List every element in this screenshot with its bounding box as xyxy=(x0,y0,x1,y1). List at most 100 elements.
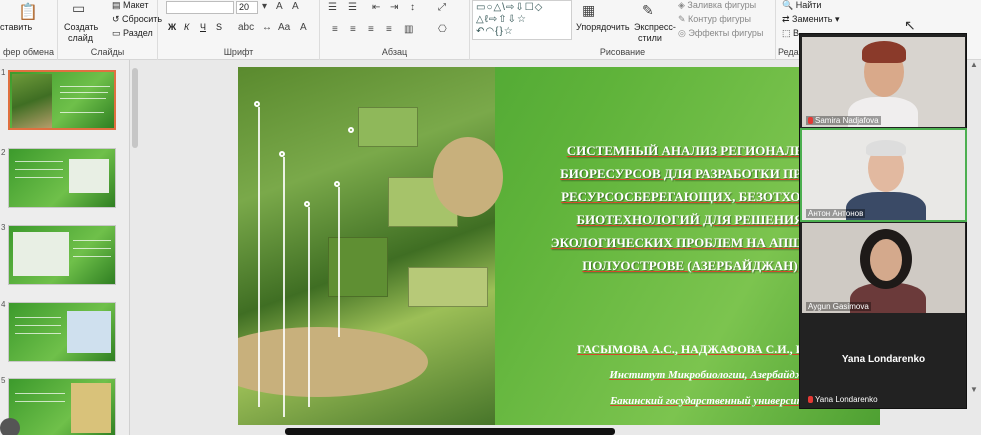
thumb-number: 5 xyxy=(1,376,6,385)
new-slide-button-line2[interactable]: слайд xyxy=(68,33,93,43)
find-button[interactable]: 🔍 Найти xyxy=(782,0,821,11)
justify-icon[interactable]: ≡ xyxy=(386,24,392,35)
scroll-up-icon[interactable]: ▲ xyxy=(970,60,978,69)
section-label: Раздел xyxy=(123,28,153,38)
mic-muted-icon xyxy=(808,396,813,404)
indent-icon[interactable]: ⇤ xyxy=(372,2,380,13)
participant-tile-3[interactable]: Aygun Gasimova xyxy=(802,223,965,313)
case-icon[interactable]: Aa xyxy=(278,22,290,33)
slide-canvas[interactable]: СИСТЕМНЫЙ АНАЛИЗ РЕГИОНАЛЬН БИОРЕСУРСОВ … xyxy=(238,67,880,425)
columns-icon[interactable]: ▥ xyxy=(404,24,413,35)
thumb-number: 4 xyxy=(1,300,6,309)
river-shape xyxy=(433,137,503,217)
bullets-icon[interactable]: ☰ xyxy=(328,2,337,13)
thumb-number: 1 xyxy=(1,68,6,77)
italic-button[interactable]: К xyxy=(184,22,189,32)
participant-tile-4[interactable]: Yana Londarenko Yana Londarenko xyxy=(802,316,965,406)
align-right-icon[interactable]: ≡ xyxy=(368,24,374,35)
participant-hair xyxy=(866,140,906,156)
new-slide-icon[interactable]: ▭ xyxy=(72,0,85,17)
smartart-icon[interactable]: ⎔ xyxy=(438,24,447,35)
thumb-image xyxy=(13,232,69,276)
thumbnail-scrollbar[interactable] xyxy=(132,68,138,148)
circuit-line xyxy=(308,207,310,407)
participant-center-name: Yana Londarenko xyxy=(841,354,926,365)
strikethrough-icon[interactable]: abc xyxy=(238,22,254,33)
quick-styles-icon[interactable]: ✎ xyxy=(642,2,654,19)
paste-icon[interactable]: 📋 xyxy=(18,2,38,22)
quick-styles-button[interactable]: Экспресс- xyxy=(634,22,676,32)
river-shape xyxy=(238,327,428,397)
screen-share-toolbar[interactable] xyxy=(285,428,615,435)
replace-button[interactable]: ⇄ Заменить ▾ xyxy=(782,14,840,25)
select-button[interactable]: ⬚ В xyxy=(782,28,799,39)
paragraph-group-label: Абзац xyxy=(381,47,408,57)
spacing-icon[interactable]: ↔ xyxy=(262,22,272,33)
paste-button[interactable]: ставить xyxy=(0,22,32,32)
shape-effects-button[interactable]: ◎ Эффекты фигуры xyxy=(678,28,763,39)
chevron-down-icon[interactable]: ▾ xyxy=(262,1,267,12)
font-group: 20 ▾ A A Ж К Ч S abc ↔ Aa A Шрифт xyxy=(158,0,320,60)
section-button[interactable]: ▭ Раздел xyxy=(112,28,153,39)
layout-button[interactable]: ▤ Макет xyxy=(112,0,149,11)
slide-thumbnail-5[interactable] xyxy=(8,378,116,435)
font-size-input[interactable]: 20 xyxy=(236,1,258,14)
underline-button[interactable]: Ч xyxy=(200,22,206,32)
participant-name-text: Yana Londarenko xyxy=(815,395,878,404)
replace-icon: ⇄ xyxy=(782,14,793,24)
mouse-cursor-icon: ↖ xyxy=(904,17,916,33)
video-call-panel: Samira Nadjafova Антон Антонов Aygun Gas… xyxy=(799,33,967,409)
bold-button[interactable]: Ж xyxy=(168,22,176,32)
thumb-text-line xyxy=(60,112,104,113)
reset-icon: ↺ xyxy=(112,14,123,24)
decrease-font-icon[interactable]: A xyxy=(292,1,299,12)
slide-thumbnail-2[interactable] xyxy=(8,148,116,208)
slides-group-label: Слайды xyxy=(90,47,125,57)
arrange-button[interactable]: Упорядочить xyxy=(576,22,630,32)
text-direction-icon[interactable]: ⤢ xyxy=(438,2,446,13)
replace-label: Заменить xyxy=(792,14,833,24)
arrange-icon[interactable]: ▦ xyxy=(582,2,595,19)
quick-styles-button-line2[interactable]: стили xyxy=(638,33,662,43)
thumb-text-line xyxy=(73,240,111,241)
circuit-line xyxy=(338,187,340,337)
new-slide-button[interactable]: Создать xyxy=(64,22,98,32)
line-spacing-icon[interactable]: ↕ xyxy=(410,2,415,13)
thumb-text-line xyxy=(15,169,63,170)
field-patch xyxy=(328,237,388,297)
slide-thumbnail-4[interactable] xyxy=(8,302,116,362)
slide-thumbnail-3[interactable] xyxy=(8,225,116,285)
layout-icon: ▤ xyxy=(112,0,124,10)
slides-group: ▭ Создать слайд ▤ Макет ↺ Сбросить ▭ Раз… xyxy=(58,0,162,60)
increase-font-icon[interactable]: A xyxy=(276,1,283,12)
pen-icon: ✎ xyxy=(678,14,689,24)
thumb-text-line xyxy=(15,325,61,326)
participant-name: Samira Nadjafova xyxy=(806,116,881,125)
participant-name-text: Samira Nadjafova xyxy=(815,116,879,125)
shape-fill-button[interactable]: ◈ Заливка фигуры xyxy=(678,0,756,11)
outdent-icon[interactable]: ⇥ xyxy=(390,2,398,13)
circuit-line xyxy=(258,107,260,407)
numbering-icon[interactable]: ☰ xyxy=(348,2,357,13)
thumb-text-line xyxy=(15,317,61,318)
app-icon[interactable] xyxy=(0,418,20,435)
clipboard-group: 📋 ставить фер обмена xyxy=(0,0,58,60)
shape-outline-button[interactable]: ✎ Контур фигуры xyxy=(678,14,751,25)
thumb-text-line xyxy=(73,248,111,249)
participant-tile-1[interactable]: Samira Nadjafova xyxy=(802,37,965,127)
participant-tile-2[interactable]: Антон Антонов xyxy=(800,128,967,222)
reset-button[interactable]: ↺ Сбросить xyxy=(112,14,162,25)
align-left-icon[interactable]: ≡ xyxy=(332,24,338,35)
select-icon: ⬚ xyxy=(782,28,794,38)
shadow-button[interactable]: S xyxy=(216,22,222,32)
scroll-down-icon[interactable]: ▼ xyxy=(970,385,978,394)
participant-name: Aygun Gasimova xyxy=(806,302,871,311)
field-patch xyxy=(408,267,488,307)
slide-thumbnail-1[interactable] xyxy=(8,70,116,130)
circuit-node xyxy=(279,151,285,157)
thumb-image xyxy=(12,74,52,128)
font-color-icon[interactable]: A xyxy=(300,22,307,33)
align-center-icon[interactable]: ≡ xyxy=(350,24,356,35)
shapes-gallery[interactable]: ▭○△\⇨⇩☐◇ △ℓ⇨⇧⇩☆ ↶◠{}☆ xyxy=(472,0,572,40)
font-name-input[interactable] xyxy=(166,1,234,14)
